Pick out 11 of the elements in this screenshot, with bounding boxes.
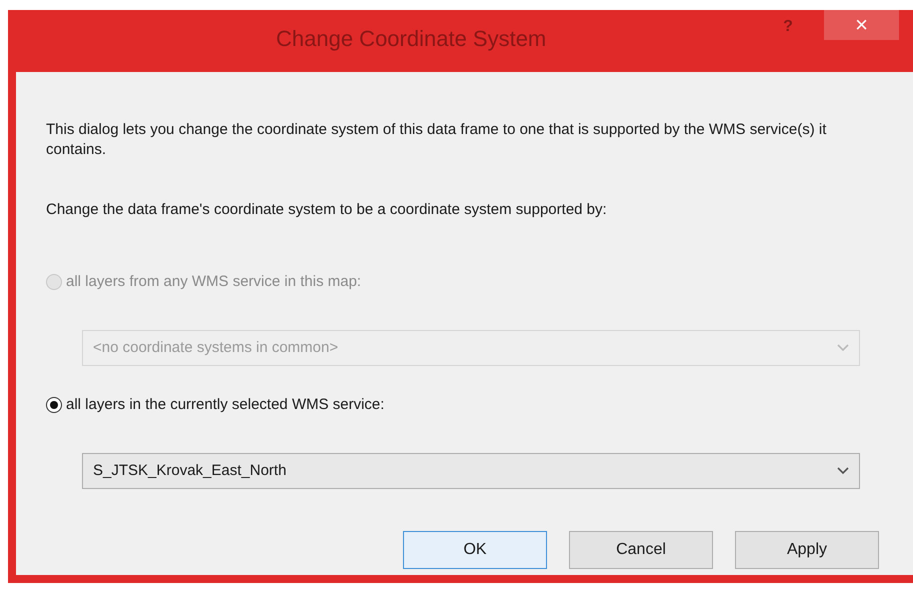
dialog-button[interactable]: Apply <box>735 531 879 569</box>
chevron-down-icon <box>837 467 849 475</box>
description-text: This dialog lets you change the coordinate system of this data frame to one that is supported by the WMS service(s) it contains. <box>46 120 828 160</box>
window-title: Change Coordinate System <box>276 25 546 53</box>
dialog-button[interactable]: Cancel <box>569 531 713 569</box>
dropdown[interactable]: S_JTSK_Krovak_East_North <box>82 453 860 489</box>
dialog-button[interactable]: OK <box>403 531 547 569</box>
chevron-down-icon <box>837 344 849 352</box>
close-button[interactable]: × <box>824 10 899 40</box>
radio-option[interactable]: all layers in the currently selected WMS service: <box>46 395 883 415</box>
prompt-text: Change the data frame's coordinate system to be a coordinate system supported by: <box>46 200 608 220</box>
